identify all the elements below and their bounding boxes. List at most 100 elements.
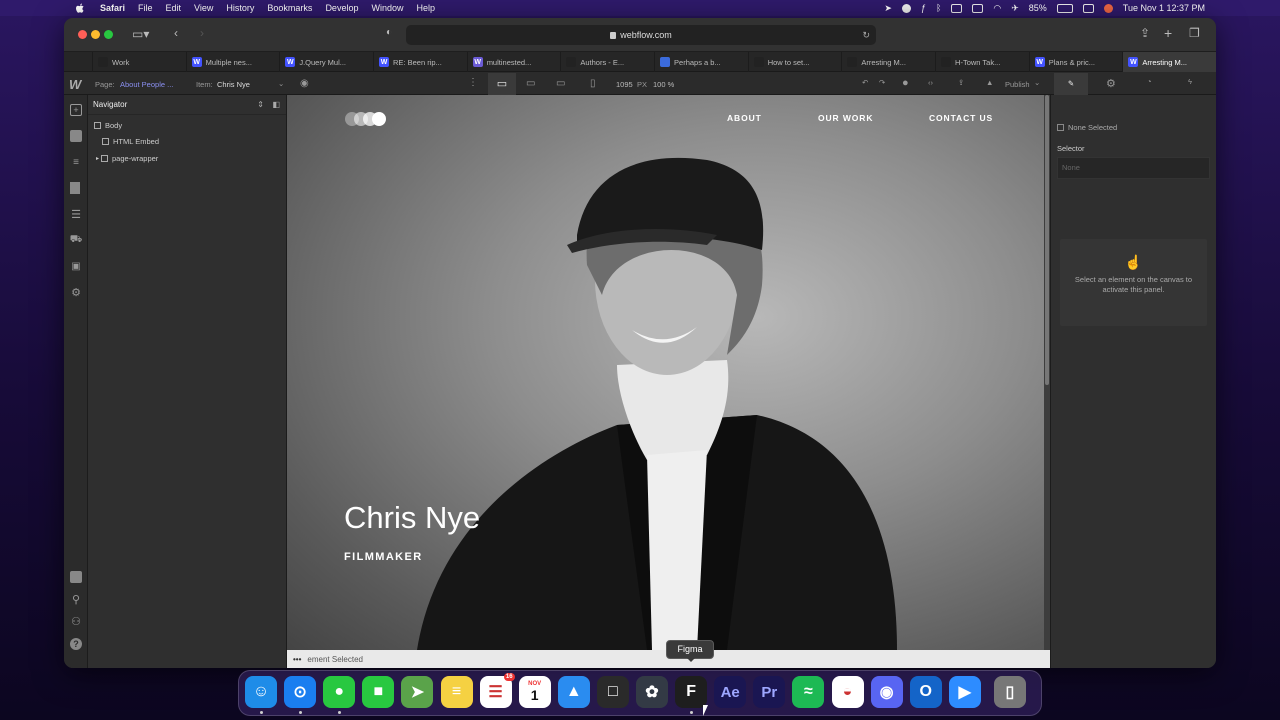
dock-mail-app-icon[interactable]: ◒ <box>831 676 864 708</box>
menu-history[interactable]: History <box>226 3 254 13</box>
record-icon[interactable] <box>901 3 911 13</box>
dock-screenflow-icon[interactable]: □ <box>596 676 629 708</box>
redo-icon[interactable]: ↷ <box>879 78 885 87</box>
dock-notes-icon[interactable]: ≡ <box>440 676 473 708</box>
chevron-down-icon[interactable]: ⌄ <box>278 79 284 88</box>
scroll-thumb[interactable] <box>1045 95 1049 385</box>
menu-help[interactable]: Help <box>416 3 435 13</box>
more-dots-icon[interactable]: ⋮ <box>468 77 478 88</box>
lightning-icon[interactable]: ϟ <box>1188 77 1192 86</box>
airdrop-icon[interactable]: ✈ <box>1011 3 1019 14</box>
dock-outlook-icon[interactable]: O <box>909 676 942 708</box>
privacy-shield-icon[interactable]: ◐ <box>386 27 392 38</box>
audit-check-icon[interactable] <box>70 571 82 583</box>
apple-icon[interactable] <box>75 3 89 13</box>
bluetooth-icon[interactable]: ᛒ <box>936 3 941 13</box>
publish-chevron-icon[interactable]: ⌄ <box>1034 78 1040 87</box>
menu-window[interactable]: Window <box>371 3 403 13</box>
menu-edit[interactable]: Edit <box>166 3 182 13</box>
site-nav-about[interactable]: ABOUT <box>727 113 762 123</box>
designer-canvas[interactable]: ABOUT OUR WORK CONTACT US Chris Nye FILM… <box>287 95 1045 650</box>
dock-spotify-icon[interactable]: ≈ <box>792 676 825 708</box>
search-icon[interactable]: ⚲ <box>70 593 82 606</box>
canvas-zoom[interactable]: 100 % <box>653 80 674 89</box>
dock-calendar-icon[interactable]: NOV 1 <box>518 676 551 708</box>
undo-icon[interactable]: ↶ <box>862 78 868 87</box>
site-nav-our-work[interactable]: OUR WORK <box>818 113 873 123</box>
interactions-drops-icon[interactable]: ◔ <box>1147 77 1152 86</box>
publish-button[interactable]: Publish <box>1005 80 1030 89</box>
expand-collapse-icon[interactable]: ⇕ <box>257 100 264 109</box>
dock-facetime-icon[interactable]: ■ <box>362 676 395 708</box>
navigator-icon[interactable]: ≡ <box>70 156 82 168</box>
window-icon[interactable] <box>972 3 984 13</box>
new-tab-icon[interactable]: + <box>1164 25 1172 41</box>
add-panel-icon[interactable]: + <box>70 104 82 116</box>
browser-tab[interactable]: W RE: Been rip... <box>373 52 467 72</box>
navigator-item[interactable]: HTML Embed <box>88 134 286 151</box>
dock-safari-icon[interactable]: ⊙ <box>284 676 317 708</box>
browser-tab[interactable]: How to set... <box>747 52 842 72</box>
browser-tab[interactable]: Perhaps a b... <box>654 52 748 72</box>
share-icon[interactable]: ⇪ <box>1140 26 1150 40</box>
dock-discord-icon[interactable]: ◉ <box>870 676 903 708</box>
display-icon[interactable] <box>951 3 963 13</box>
dock-finder-icon[interactable]: ☺ <box>245 676 277 708</box>
selector-input[interactable]: None <box>1057 157 1210 179</box>
site-nav-contact[interactable]: CONTACT US <box>929 113 993 123</box>
comments-icon[interactable]: ● <box>902 77 909 89</box>
minimize-window-icon[interactable] <box>91 30 100 39</box>
wifi-icon[interactable]: ◠ <box>993 3 1001 14</box>
control-center-icon[interactable] <box>1082 3 1094 13</box>
browser-tab[interactable]: Authors - E... <box>560 52 654 72</box>
code-icon[interactable]: ‹› <box>928 78 933 87</box>
desktop-breakpoint-icon[interactable]: ▭ <box>488 73 516 95</box>
dock-trash-icon[interactable]: ▯ <box>993 676 1026 708</box>
reload-icon[interactable]: ↻ <box>862 25 870 45</box>
hero-heading[interactable]: Chris Nye <box>344 500 480 536</box>
assets-icon[interactable]: ▣ <box>70 260 82 272</box>
zoom-window-icon[interactable] <box>104 30 113 39</box>
browser-tab[interactable]: W Multiple nes... <box>185 52 280 72</box>
clock[interactable]: Tue Nov 1 12:37 PM <box>1123 3 1205 13</box>
browser-tab[interactable]: W J.Query Mul... <box>279 52 373 72</box>
browser-tab[interactable]: H-Town Tak... <box>935 52 1029 72</box>
dock-reminders-icon[interactable]: ☰ 16 <box>479 673 515 708</box>
location-icon[interactable]: ➤ <box>884 3 892 14</box>
menu-safari[interactable]: Safari <box>100 3 125 13</box>
browser-tab[interactable]: Wmultinested... <box>466 52 561 72</box>
navigator-item[interactable]: Body <box>88 117 286 134</box>
webflow-logo-icon[interactable]: W <box>69 77 81 92</box>
dock-keynote-icon[interactable]: ▲ <box>557 676 590 708</box>
help-icon[interactable]: ? <box>70 638 82 650</box>
menu-develop[interactable]: Develop <box>325 3 358 13</box>
site-logo[interactable] <box>345 112 386 126</box>
symbols-cube-icon[interactable] <box>70 130 82 142</box>
navigator-item[interactable]: ▸ page-wrapper <box>88 150 286 167</box>
dock-messages-icon[interactable]: ● <box>323 676 356 708</box>
canvas-width[interactable]: 1095 <box>616 80 633 89</box>
dock-davinci-icon[interactable]: ✿ <box>636 676 668 708</box>
browser-tab[interactable]: W Arresting M... <box>1122 52 1216 72</box>
cms-database-icon[interactable]: ☰ <box>70 208 82 221</box>
tablet-icon[interactable]: ▭ <box>556 78 565 89</box>
item-selector[interactable]: Chris Nye <box>217 80 250 89</box>
pin-panel-icon[interactable]: ◧ <box>272 100 280 109</box>
settings-gear-icon[interactable]: ⚙ <box>1106 77 1116 90</box>
tab-overview-icon[interactable]: ❐ <box>1189 26 1200 40</box>
browser-tab[interactable]: W Plans & pric... <box>1028 52 1123 72</box>
dock-after-effects-icon[interactable]: Ae <box>714 676 747 708</box>
pages-icon[interactable] <box>70 182 80 194</box>
browser-tab[interactable]: Work <box>92 52 186 72</box>
dock-figma-icon[interactable]: F <box>675 676 708 708</box>
menu-bookmarks[interactable]: Bookmarks <box>267 3 312 13</box>
siri-icon[interactable] <box>1103 3 1113 13</box>
expand-caret-icon[interactable]: ▸ <box>96 155 99 162</box>
tablet-landscape-icon[interactable]: ▭ <box>526 78 535 89</box>
sidebar-toggle-icon[interactable]: ▭▾ <box>132 27 149 41</box>
address-bar[interactable]: webflow.com ↻ <box>406 25 876 45</box>
more-options-icon[interactable]: ••• <box>293 655 301 664</box>
publish-rocket-icon[interactable]: ▲ <box>986 78 993 87</box>
selection-checkbox[interactable] <box>1057 124 1064 131</box>
users-icon[interactable]: ⚇ <box>70 615 82 628</box>
